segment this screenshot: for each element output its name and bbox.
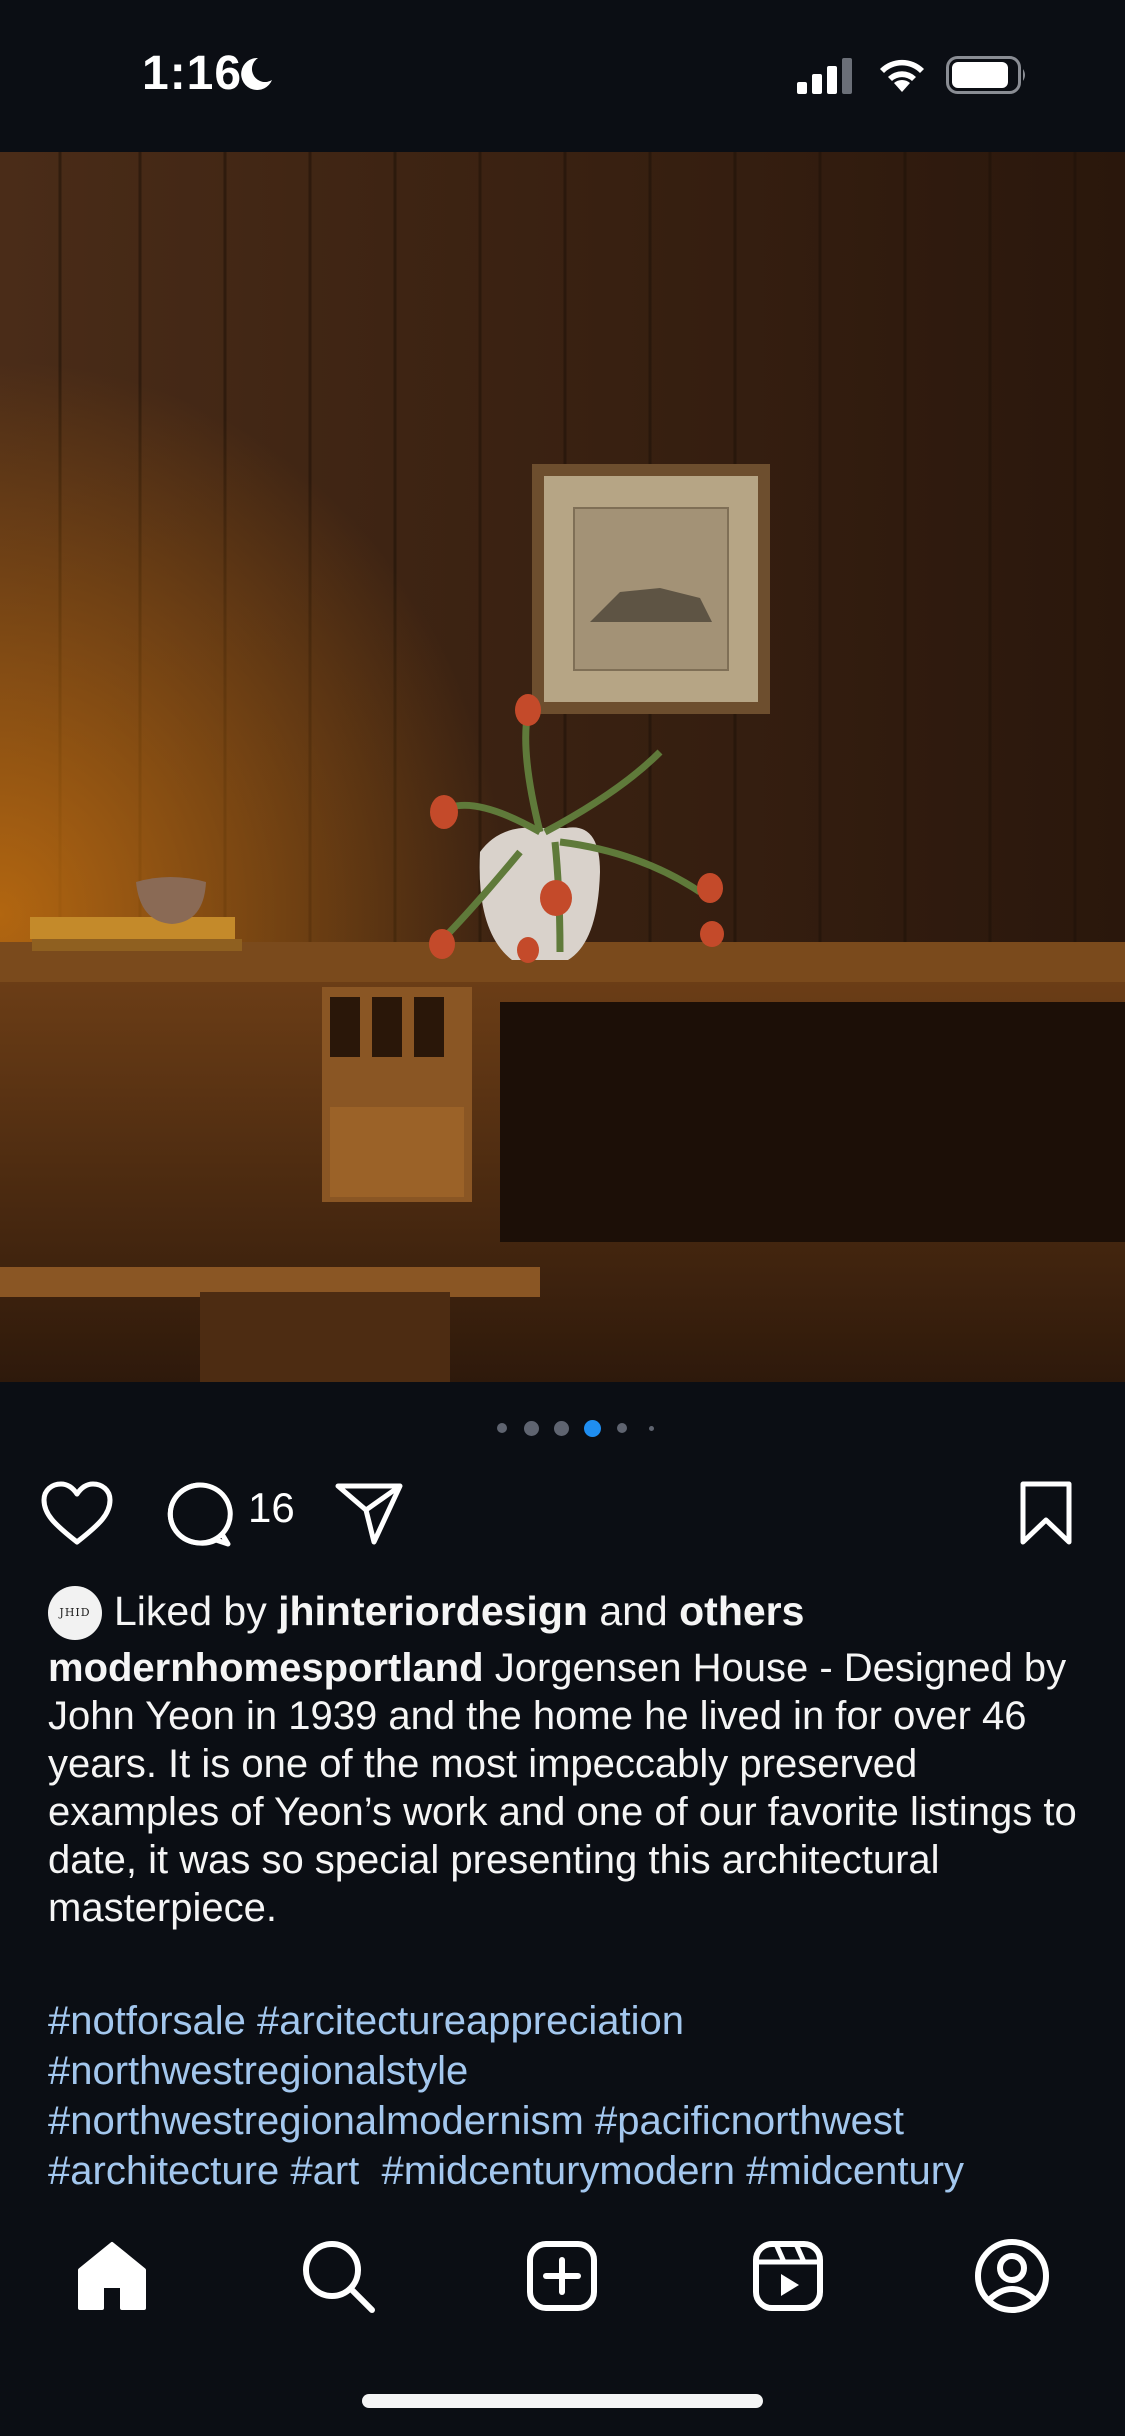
home-indicator[interactable] — [362, 2394, 763, 2408]
avatar[interactable]: JHID — [48, 1586, 102, 1640]
carousel-dot — [524, 1421, 539, 1436]
comment-count: 16 — [248, 1484, 295, 1531]
liked-by[interactable]: JHID Liked by jhinteriordesign and other… — [48, 1584, 1088, 1644]
post-actions: 16 — [0, 1466, 1125, 1556]
reels-icon[interactable] — [748, 2236, 828, 2316]
carousel-dot — [497, 1423, 507, 1433]
hashtag[interactable]: #pacificnorthwest — [595, 2099, 904, 2143]
caption-username[interactable]: modernhomesportland — [48, 1646, 484, 1690]
liked-by-middle: and — [587, 1588, 680, 1634]
hashtag[interactable]: #northwestregionalstyle — [48, 2049, 468, 2093]
share-icon[interactable] — [334, 1480, 404, 1546]
hashtags: #notforsale #arcitectureappreciation #no… — [48, 1996, 1108, 2196]
comment-icon[interactable] — [164, 1480, 234, 1548]
liked-by-others[interactable]: others — [679, 1588, 804, 1634]
hashtag[interactable]: #midcenturymodern — [382, 2149, 736, 2193]
wifi-icon — [880, 59, 924, 92]
profile-icon[interactable] — [972, 2236, 1052, 2316]
battery-icon — [946, 56, 1025, 94]
hashtag[interactable]: #architecture — [48, 2149, 279, 2193]
create-icon[interactable] — [522, 2236, 602, 2316]
hashtag[interactable]: #arcitectureappreciation — [257, 1999, 684, 2043]
hashtag[interactable]: #midcentury — [746, 2149, 964, 2193]
liked-by-prefix: Liked by — [114, 1588, 279, 1634]
carousel-dot — [554, 1421, 569, 1436]
post-photo[interactable] — [0, 152, 1125, 1382]
hashtag[interactable]: #notforsale — [48, 1999, 246, 2043]
moon-icon — [241, 57, 272, 90]
cellular-signal-icon — [797, 58, 852, 94]
hashtag[interactable]: #art — [290, 2149, 359, 2193]
status-time: 1:16 — [142, 47, 243, 100]
hashtag[interactable]: #northwestregionalmodernism — [48, 2099, 584, 2143]
heart-icon[interactable] — [40, 1480, 114, 1546]
status-bar: 1:16 — [0, 0, 1125, 152]
carousel-dot — [649, 1426, 654, 1431]
liked-by-user[interactable]: jhinteriordesign — [278, 1588, 588, 1634]
carousel-dot-active — [584, 1420, 601, 1437]
bookmark-icon[interactable] — [1018, 1480, 1074, 1546]
liked-by-text: Liked by jhinteriordesign and others — [114, 1588, 804, 1635]
carousel-dot — [617, 1423, 627, 1433]
home-icon[interactable] — [72, 2236, 152, 2316]
caption: modernhomesportland Jorgensen House - De… — [48, 1644, 1078, 1932]
carousel-indicator — [0, 1418, 1125, 1438]
search-icon[interactable] — [298, 2236, 378, 2316]
post-photo-illustration — [0, 152, 1125, 1382]
